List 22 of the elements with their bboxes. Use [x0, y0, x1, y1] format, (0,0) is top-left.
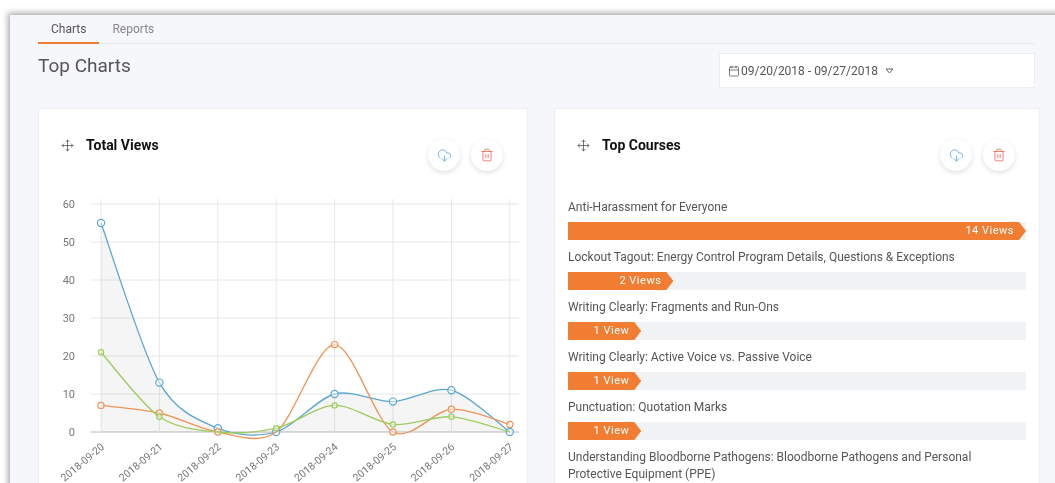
- card-title: Top Courses: [602, 136, 681, 155]
- course-name: Writing Clearly: Active Voice vs. Passive Voice: [568, 349, 813, 366]
- view-count: 2 Views: [619, 272, 662, 289]
- course-name: Understanding Bloodborne Pathogens: Bloodborne Pathogens and Personal Protective Equipment (PPE): [568, 449, 973, 483]
- card-title: Total Views: [86, 136, 159, 155]
- y-tick-label: 60: [62, 198, 75, 211]
- course-name: Lockout Tagout: Energy Control Program Details, Questions & Exceptions: [568, 249, 956, 266]
- y-tick-label: 10: [62, 388, 75, 401]
- view-count: 1 View: [593, 372, 630, 389]
- page-title: Top Charts: [38, 53, 131, 79]
- view-count: 14 Views: [965, 222, 1014, 239]
- y-tick-label: 40: [62, 274, 75, 287]
- y-tick-label: 50: [62, 236, 75, 249]
- course-name: Punctuation: Quotation Marks: [568, 399, 729, 416]
- y-tick-label: 30: [62, 312, 75, 325]
- y-tick-label: 0: [68, 426, 75, 439]
- view-count: 1 View: [593, 322, 630, 339]
- date-range-value: 09/20/2018 - 09/27/2018: [741, 62, 878, 80]
- course-name: Anti-Harassment for Everyone: [568, 199, 729, 216]
- y-tick-label: 20: [62, 350, 75, 363]
- view-count: 1 View: [593, 422, 630, 439]
- course-name: Writing Clearly: Fragments and Run-Ons: [568, 299, 780, 316]
